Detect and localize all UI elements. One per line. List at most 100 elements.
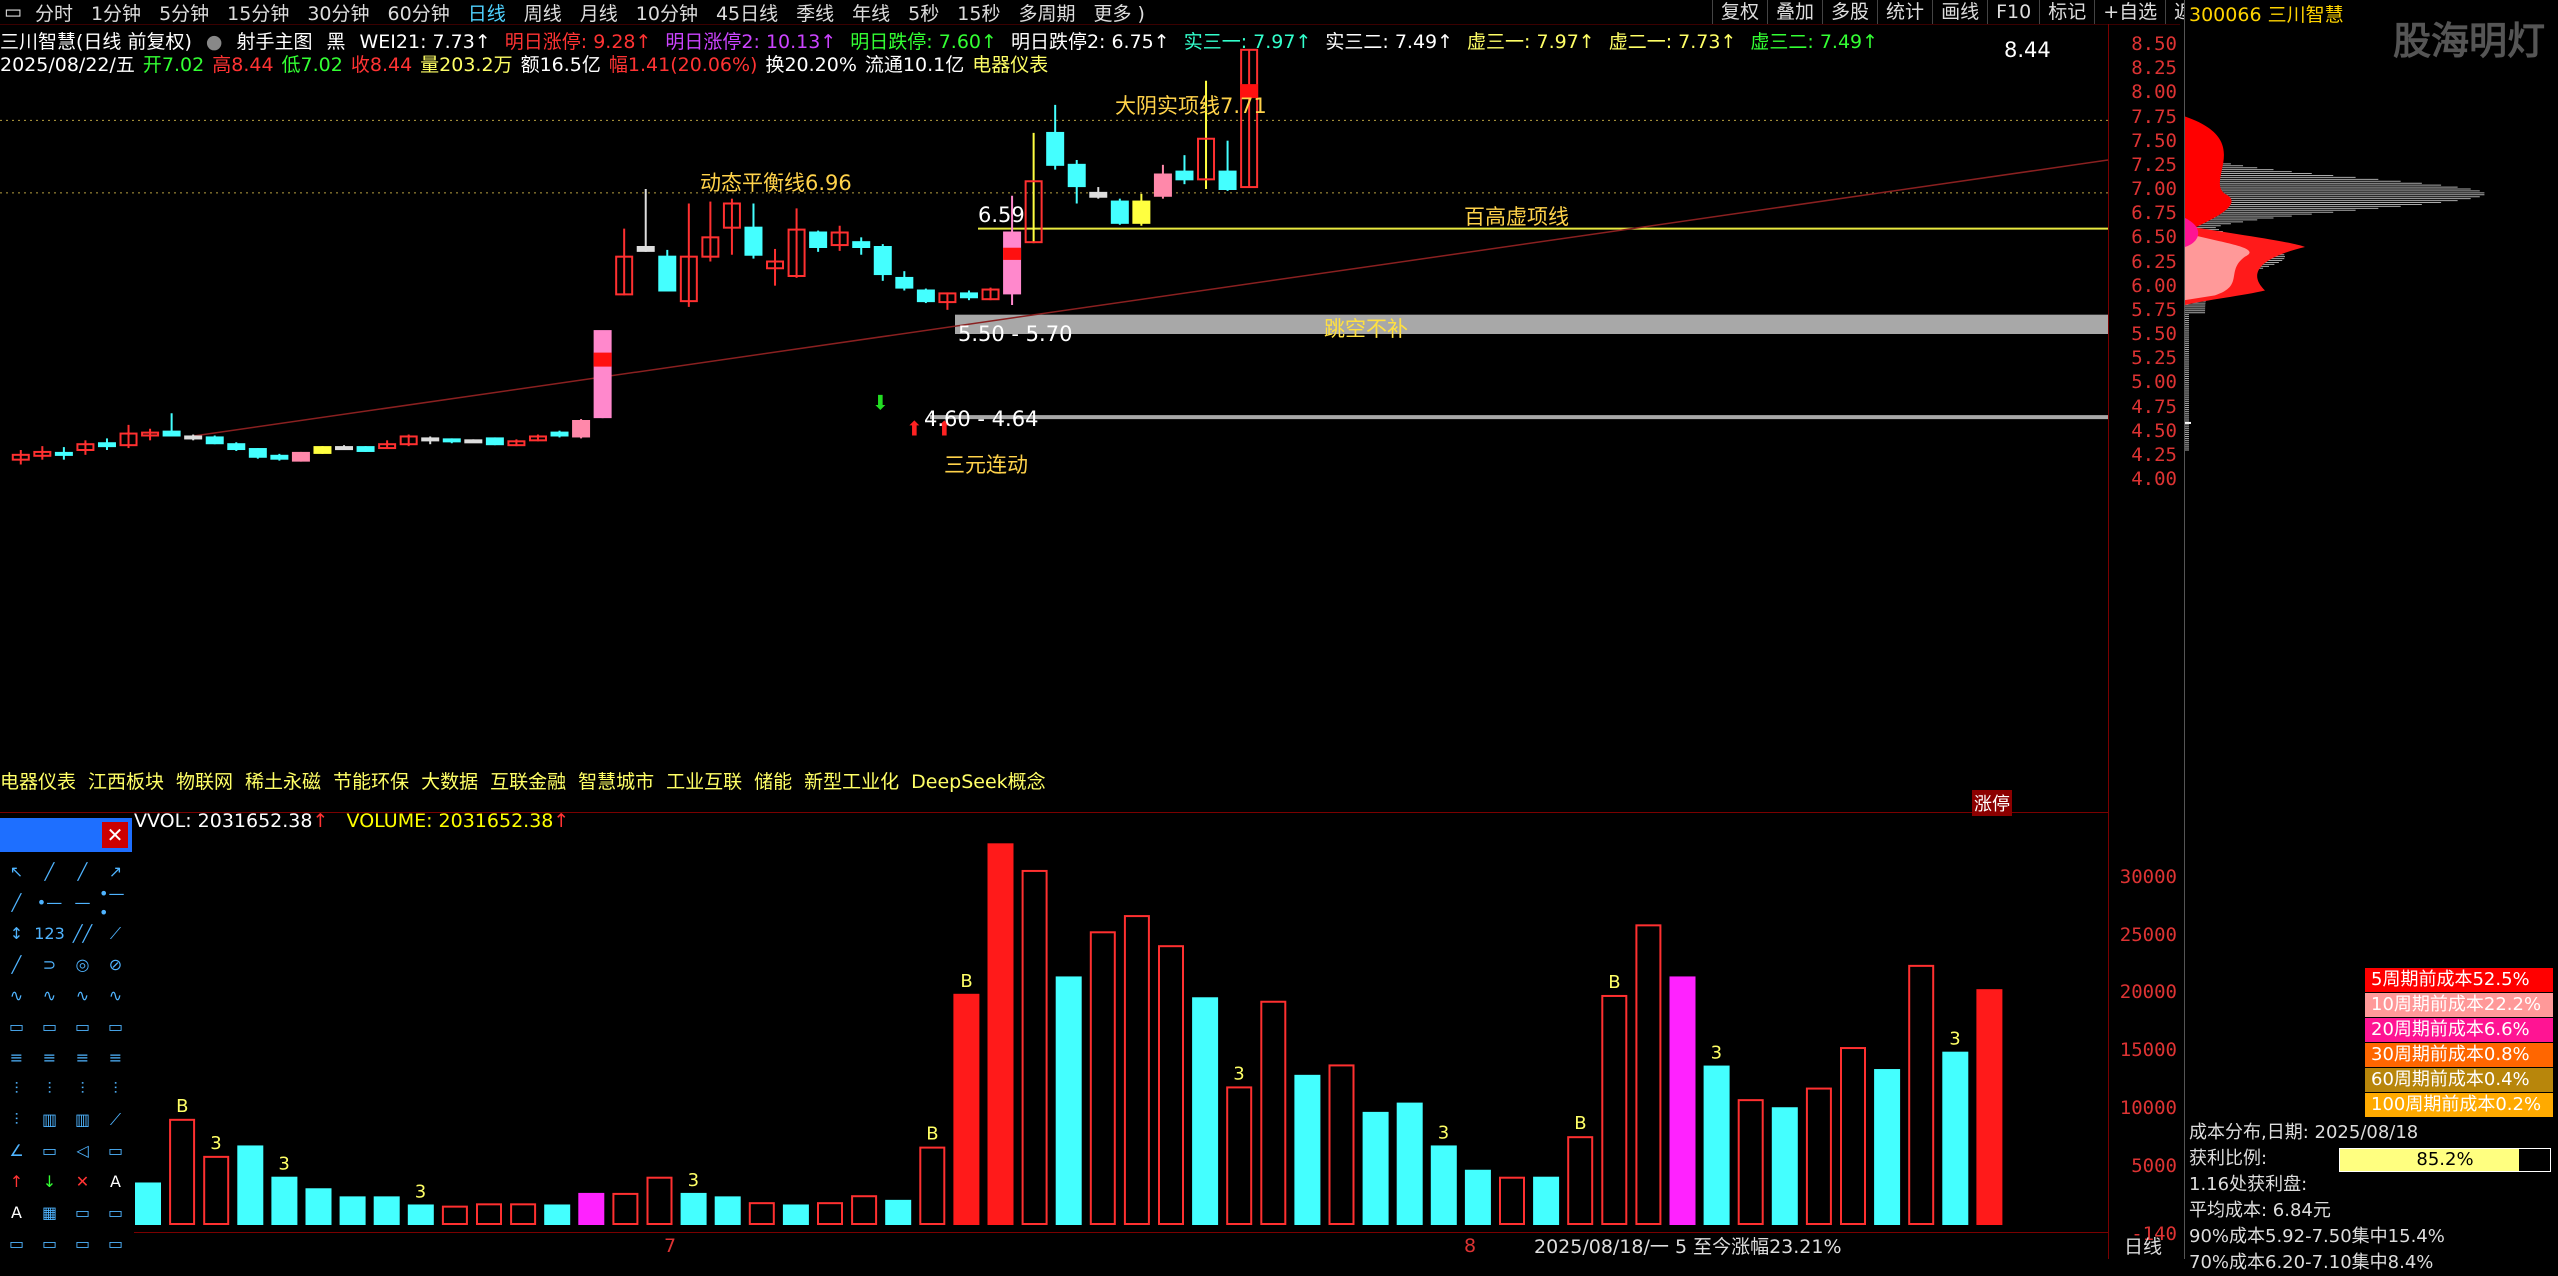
volume-bar[interactable]: 3 <box>271 1154 298 1225</box>
drawing-tool-icon[interactable]: ▭ <box>33 1011 66 1042</box>
concept-tag-9[interactable]: 储能 <box>754 771 792 793</box>
candle[interactable] <box>442 438 461 444</box>
drawing-tool-icon[interactable]: ▥ <box>66 1104 99 1135</box>
menu-button-7[interactable]: +自选 <box>2094 0 2165 24</box>
volume-bar[interactable] <box>646 1176 673 1225</box>
candle[interactable] <box>313 446 332 454</box>
period-tab-1[interactable]: 1分钟 <box>82 0 150 26</box>
period-tab-12[interactable]: 年线 <box>843 0 899 26</box>
candle[interactable] <box>658 249 677 292</box>
drawing-tool-icon[interactable]: ▭ <box>0 1011 33 1042</box>
period-tab-16[interactable]: 更多 ) <box>1084 0 1153 26</box>
volume-bar[interactable]: 3 <box>203 1133 230 1225</box>
volume-bar[interactable] <box>373 1196 400 1226</box>
drawing-tool-icon[interactable]: ∿ <box>66 980 99 1011</box>
volume-bar[interactable] <box>1635 924 1662 1225</box>
volume-bar[interactable]: B <box>1567 1113 1594 1226</box>
drawing-tool-icon[interactable]: ◁ <box>66 1135 99 1166</box>
drawing-tool-icon[interactable]: 123 <box>33 918 66 949</box>
menu-button-4[interactable]: 画线 <box>1932 0 1987 24</box>
drawing-tool-icon[interactable]: ✕ <box>66 1166 99 1197</box>
candle[interactable] <box>141 428 160 441</box>
volume-bar[interactable] <box>1089 931 1116 1225</box>
concept-tag-2[interactable]: 物联网 <box>176 771 233 793</box>
tools-panel-header[interactable]: ✕ <box>0 818 132 852</box>
menu-button-2[interactable]: 多股 <box>1822 0 1877 24</box>
volume-bar[interactable] <box>476 1203 502 1225</box>
candle[interactable] <box>54 447 73 460</box>
candle[interactable] <box>766 248 785 286</box>
candle[interactable] <box>507 439 526 447</box>
candle[interactable] <box>550 430 569 438</box>
candle[interactable] <box>938 292 957 310</box>
volume-bar[interactable] <box>1669 976 1696 1225</box>
candle[interactable] <box>830 225 849 251</box>
concept-tag-6[interactable]: 互联金融 <box>490 771 566 793</box>
drawing-tool-icon[interactable]: ▭ <box>33 1228 66 1259</box>
drawing-tool-icon[interactable]: ╱ <box>33 856 66 887</box>
close-icon[interactable]: ✕ <box>102 822 128 848</box>
candle[interactable] <box>291 451 310 462</box>
drawing-tool-icon[interactable]: ∿ <box>0 980 33 1011</box>
candle[interactable] <box>852 237 871 255</box>
drawing-tool-icon[interactable]: ▥ <box>33 1104 66 1135</box>
drawing-tool-icon[interactable]: ↓ <box>33 1166 66 1197</box>
volume-bar[interactable] <box>1976 989 2003 1225</box>
volume-bar[interactable] <box>1260 1000 1287 1225</box>
drawing-tool-icon[interactable]: ▭ <box>66 1197 99 1228</box>
volume-bar[interactable] <box>1021 869 1048 1225</box>
drawing-tool-icon[interactable]: ▭ <box>66 1228 99 1259</box>
candle[interactable] <box>356 446 375 452</box>
concept-tag-7[interactable]: 智慧城市 <box>578 771 654 793</box>
candle[interactable] <box>97 438 116 450</box>
drawing-tool-icon[interactable]: ▭ <box>66 1011 99 1042</box>
candle[interactable] <box>464 439 483 444</box>
drawing-tool-icon[interactable]: •—• <box>99 884 132 922</box>
menu-button-3[interactable]: 统计 <box>1877 0 1932 24</box>
drawing-tool-icon[interactable]: A <box>0 1197 33 1228</box>
volume-bar[interactable]: 3 <box>680 1170 707 1225</box>
candle[interactable] <box>421 436 440 445</box>
drawing-tool-icon[interactable]: ↗ <box>99 856 132 887</box>
volume-bar[interactable] <box>1840 1047 1866 1225</box>
drawing-tool-icon[interactable]: ╱ <box>66 856 99 887</box>
volume-bar[interactable] <box>135 1182 161 1226</box>
period-tab-2[interactable]: 5分钟 <box>150 0 218 26</box>
drawing-tool-icon[interactable]: ⟋ <box>99 918 132 949</box>
concept-tag-4[interactable]: 节能环保 <box>333 771 409 793</box>
candle[interactable] <box>11 450 30 465</box>
volume-bar[interactable] <box>817 1202 843 1225</box>
volume-bar[interactable] <box>1055 976 1082 1225</box>
candle[interactable] <box>485 437 504 446</box>
concept-tag-8[interactable]: 工业互联 <box>666 771 742 793</box>
volume-bar[interactable]: 3 <box>1226 1063 1253 1225</box>
candle[interactable] <box>1024 132 1043 244</box>
volume-bar[interactable]: 3 <box>1430 1122 1457 1225</box>
candle[interactable] <box>378 440 397 450</box>
volume-bar[interactable]: 3 <box>1942 1029 1969 1225</box>
volume-bar[interactable] <box>1771 1107 1798 1226</box>
candle[interactable] <box>981 287 1000 301</box>
drawing-tool-icon[interactable]: ⫶ <box>0 1104 33 1135</box>
volume-bar[interactable]: B <box>169 1096 196 1225</box>
period-tab-0[interactable]: 分时 <box>26 0 82 26</box>
period-tab-6[interactable]: 日线 <box>459 0 515 26</box>
drawing-tool-icon[interactable]: ▭ <box>0 1228 33 1259</box>
concept-tag-5[interactable]: 大数据 <box>421 771 478 793</box>
volume-bar[interactable] <box>510 1203 537 1225</box>
candle[interactable] <box>399 434 418 447</box>
volume-bar[interactable]: B <box>919 1124 946 1226</box>
period-tab-15[interactable]: 多周期 <box>1009 0 1084 26</box>
concept-tag-10[interactable]: 新型工业化 <box>804 771 899 793</box>
volume-bar[interactable] <box>885 1199 912 1225</box>
period-tab-10[interactable]: 45日线 <box>707 0 787 26</box>
volume-bar[interactable] <box>1123 915 1150 1226</box>
concept-tag-0[interactable]: 电器仪表 <box>0 771 76 793</box>
drawing-tool-icon[interactable]: •— <box>33 887 66 918</box>
candle[interactable] <box>1110 198 1129 225</box>
candle[interactable] <box>895 271 914 291</box>
volume-bar[interactable] <box>612 1192 639 1225</box>
candle[interactable] <box>1046 104 1065 170</box>
volume-bar[interactable]: 3 <box>1703 1043 1730 1225</box>
volume-bar[interactable] <box>1328 1064 1355 1225</box>
